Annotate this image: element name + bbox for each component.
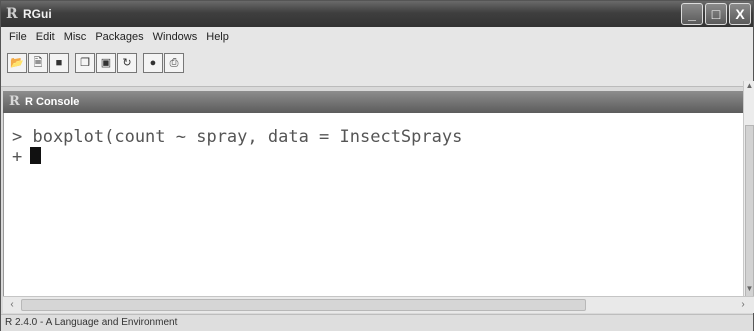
toolbar: 📂 🗎 ■ ❐ ▣ ↻ ● ⎙ <box>1 47 753 87</box>
window-controls: _ □ X <box>681 3 751 25</box>
menu-windows[interactable]: Windows <box>153 31 198 43</box>
print-icon[interactable]: ⎙ <box>164 53 184 73</box>
toolbar-group-file: 📂 🗎 ■ <box>7 53 70 73</box>
console-text-area[interactable]: > boxplot(count ~ spray, data = InsectSp… <box>3 113 743 296</box>
vertical-scroll-thumb[interactable] <box>745 125 754 301</box>
continuation-prompt: + <box>12 147 23 167</box>
save-workspace-icon[interactable]: ■ <box>49 53 69 73</box>
horizontal-scrollbar[interactable]: ‹ › <box>3 296 754 313</box>
scroll-up-arrow-icon[interactable]: ▲ <box>744 81 754 93</box>
load-workspace-icon[interactable]: 🗎 <box>28 53 48 73</box>
close-button[interactable]: X <box>729 3 751 25</box>
console-title: R Console <box>25 96 80 108</box>
status-bar: R 2.4.0 - A Language and Environment <box>1 314 753 331</box>
r-console-icon: R <box>9 94 20 109</box>
minimize-button[interactable]: _ <box>681 3 703 25</box>
text-cursor <box>30 147 42 164</box>
paste-icon[interactable]: ▣ <box>96 53 116 73</box>
console-title-bar[interactable]: R R Console <box>3 91 747 113</box>
copy-icon[interactable]: ❐ <box>75 53 95 73</box>
window-title: RGui <box>23 7 52 21</box>
menu-packages[interactable]: Packages <box>95 31 143 43</box>
scroll-right-arrow-icon[interactable]: › <box>736 298 750 312</box>
horizontal-scroll-thumb[interactable] <box>21 299 586 311</box>
maximize-button[interactable]: □ <box>705 3 727 25</box>
menu-bar: File Edit Misc Packages Windows Help <box>1 27 753 47</box>
menu-help[interactable]: Help <box>206 31 229 43</box>
scroll-left-arrow-icon[interactable]: ‹ <box>5 298 19 312</box>
toolbar-group-edit: ❐ ▣ ↻ <box>75 53 138 73</box>
title-bar[interactable]: R RGui _ □ X <box>1 1 753 27</box>
console-line-continuation: + <box>12 147 42 167</box>
vertical-scrollbar[interactable]: ▲ ▼ <box>743 81 754 301</box>
menu-file[interactable]: File <box>9 31 27 43</box>
console-line-command: > boxplot(count ~ spray, data = InsectSp… <box>12 127 463 147</box>
scroll-down-arrow-icon[interactable]: ▼ <box>744 284 754 296</box>
menu-misc[interactable]: Misc <box>64 31 87 43</box>
stop-icon[interactable]: ● <box>143 53 163 73</box>
copy-paste-icon[interactable]: ↻ <box>117 53 137 73</box>
r-logo-icon: R <box>6 6 18 22</box>
toolbar-group-misc: ● ⎙ <box>143 53 185 73</box>
rgui-window: R RGui _ □ X File Edit Misc Packages Win… <box>0 0 754 331</box>
menu-edit[interactable]: Edit <box>36 31 55 43</box>
open-script-icon[interactable]: 📂 <box>7 53 27 73</box>
